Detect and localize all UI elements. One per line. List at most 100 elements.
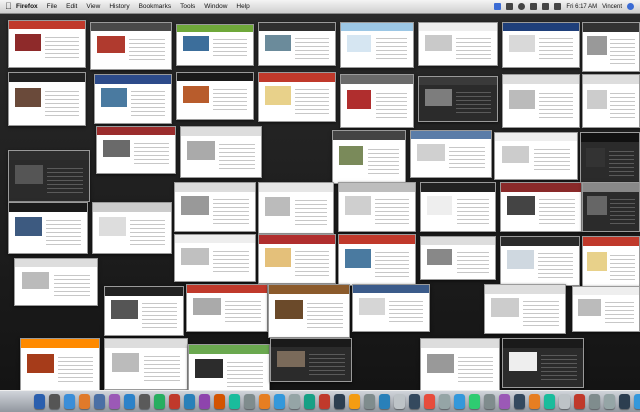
dock-app-icon[interactable]: [64, 394, 75, 409]
menu-help[interactable]: Help: [236, 3, 249, 10]
window-thumbnail[interactable]: [268, 284, 350, 338]
window-thumbnail[interactable]: [270, 338, 352, 382]
dock-app-icon[interactable]: [109, 394, 120, 409]
dock-app-icon[interactable]: [334, 394, 345, 409]
window-thumbnail[interactable]: [8, 72, 86, 126]
window-thumbnail[interactable]: [8, 202, 88, 254]
menu-history[interactable]: History: [109, 3, 129, 10]
dock-app-icon[interactable]: [604, 394, 615, 409]
menu-edit[interactable]: Edit: [66, 3, 77, 10]
dock-app-icon[interactable]: [379, 394, 390, 409]
menu-tools[interactable]: Tools: [180, 3, 195, 10]
window-thumbnail[interactable]: [90, 22, 172, 70]
menu-app-firefox[interactable]: Firefox: [16, 3, 38, 10]
bluetooth-icon[interactable]: [506, 3, 514, 10]
dock-app-icon[interactable]: [634, 394, 640, 409]
dock-app-icon[interactable]: [34, 394, 45, 409]
dock-app-icon[interactable]: [184, 394, 195, 409]
window-thumbnail[interactable]: [174, 182, 256, 232]
window-thumbnail[interactable]: [582, 22, 640, 72]
dock-app-icon[interactable]: [124, 394, 135, 409]
window-thumbnail[interactable]: [258, 234, 336, 284]
dock-app-icon[interactable]: [424, 394, 435, 409]
menu-view[interactable]: View: [86, 3, 100, 10]
dock-app-icon[interactable]: [529, 394, 540, 409]
window-thumbnail[interactable]: [484, 284, 566, 334]
window-thumbnail[interactable]: [494, 132, 578, 180]
dock-app-icon[interactable]: [574, 394, 585, 409]
dock-app-icon[interactable]: [49, 394, 60, 409]
window-thumbnail[interactable]: [188, 344, 270, 396]
window-thumbnail[interactable]: [94, 74, 172, 124]
dock-app-icon[interactable]: [244, 394, 255, 409]
window-thumbnail[interactable]: [418, 22, 498, 66]
dock-app-icon[interactable]: [619, 394, 630, 409]
dock-app-icon[interactable]: [229, 394, 240, 409]
dock-app-icon[interactable]: [214, 394, 225, 409]
window-thumbnail[interactable]: [338, 182, 416, 232]
window-thumbnail[interactable]: [104, 286, 184, 336]
dock-app-icon[interactable]: [199, 394, 210, 409]
dock-app-icon[interactable]: [289, 394, 300, 409]
window-thumbnail[interactable]: [500, 236, 580, 286]
window-thumbnail[interactable]: [174, 234, 256, 282]
window-thumbnail[interactable]: [176, 24, 254, 66]
dock-app-icon[interactable]: [139, 394, 150, 409]
dock-app-icon[interactable]: [169, 394, 180, 409]
dock-app-icon[interactable]: [274, 394, 285, 409]
window-thumbnail[interactable]: [420, 236, 496, 280]
window-thumbnail[interactable]: [338, 234, 416, 286]
dock-app-icon[interactable]: [454, 394, 465, 409]
window-thumbnail[interactable]: [96, 126, 176, 174]
window-thumbnail[interactable]: [20, 338, 100, 392]
dock-app-icon[interactable]: [544, 394, 555, 409]
window-thumbnail[interactable]: [582, 236, 640, 290]
window-thumbnail[interactable]: [580, 132, 640, 186]
user-name[interactable]: Vincent: [602, 4, 622, 10]
dock-app-icon[interactable]: [409, 394, 420, 409]
dock-app-icon[interactable]: [394, 394, 405, 409]
dock-app-icon[interactable]: [364, 394, 375, 409]
dock-app-icon[interactable]: [469, 394, 480, 409]
dock-app-icon[interactable]: [439, 394, 450, 409]
window-thumbnail[interactable]: [332, 130, 406, 184]
window-thumbnail[interactable]: [502, 338, 584, 388]
window-thumbnail[interactable]: [502, 22, 580, 68]
skype-icon[interactable]: [494, 3, 502, 10]
window-thumbnail[interactable]: [418, 76, 498, 122]
time-machine-icon[interactable]: [518, 3, 526, 10]
dock-app-icon[interactable]: [79, 394, 90, 409]
wifi-icon[interactable]: [530, 3, 538, 10]
dock-app-icon[interactable]: [484, 394, 495, 409]
window-thumbnail[interactable]: [104, 338, 188, 390]
window-thumbnail[interactable]: [502, 74, 580, 128]
window-thumbnail[interactable]: [572, 286, 640, 332]
dock-app-icon[interactable]: [319, 394, 330, 409]
window-thumbnail[interactable]: [582, 74, 640, 128]
menu-file[interactable]: File: [47, 3, 57, 10]
window-thumbnail[interactable]: [340, 22, 414, 68]
window-thumbnail[interactable]: [258, 72, 336, 122]
window-thumbnail[interactable]: [420, 182, 496, 232]
window-thumbnail[interactable]: [410, 130, 492, 178]
window-thumbnail[interactable]: [352, 284, 430, 332]
window-thumbnail[interactable]: [258, 22, 336, 66]
dock-app-icon[interactable]: [589, 394, 600, 409]
apple-menu-icon[interactable]: : [5, 1, 12, 12]
window-thumbnail[interactable]: [180, 126, 262, 178]
dock-app-icon[interactable]: [259, 394, 270, 409]
window-thumbnail[interactable]: [176, 72, 254, 120]
dock-app-icon[interactable]: [559, 394, 570, 409]
window-thumbnail[interactable]: [186, 284, 268, 332]
window-thumbnail[interactable]: [500, 182, 582, 232]
dock-app-icon[interactable]: [94, 394, 105, 409]
window-thumbnail[interactable]: [582, 182, 640, 232]
window-thumbnail[interactable]: [92, 202, 172, 254]
volume-icon[interactable]: [542, 3, 550, 10]
window-thumbnail[interactable]: [8, 150, 90, 202]
battery-icon[interactable]: [554, 3, 562, 10]
window-thumbnail[interactable]: [340, 74, 414, 128]
window-thumbnail[interactable]: [8, 20, 86, 68]
dock-app-icon[interactable]: [154, 394, 165, 409]
dock-app-icon[interactable]: [514, 394, 525, 409]
